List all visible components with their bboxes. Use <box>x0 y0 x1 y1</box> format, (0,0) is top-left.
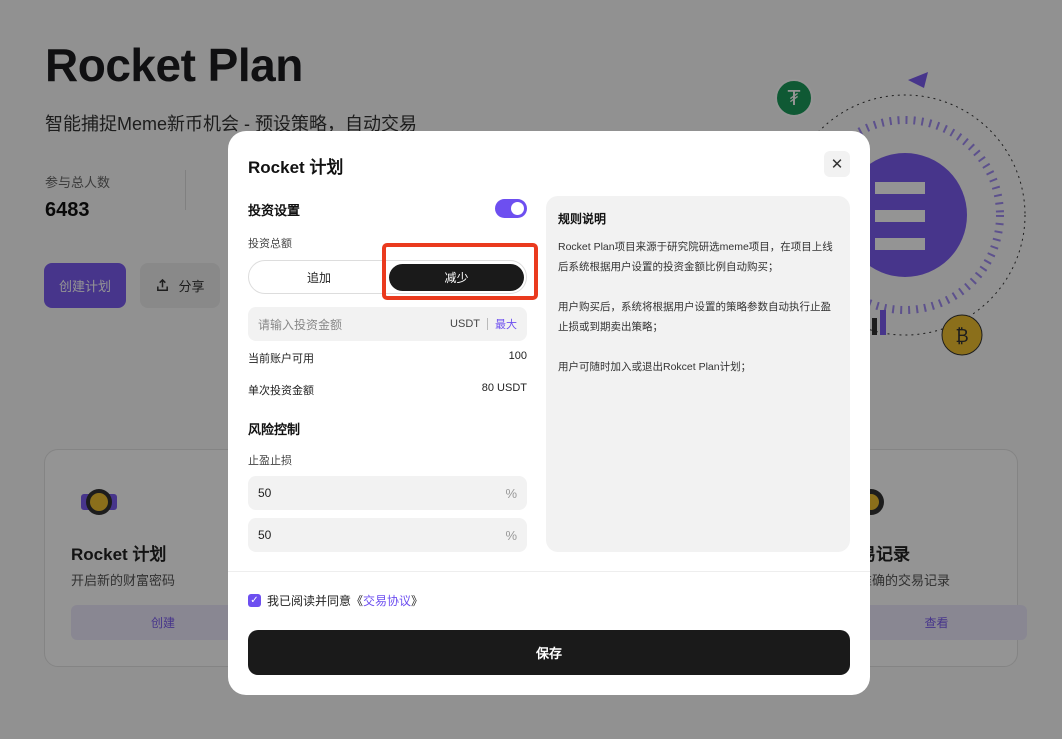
tp-sl-label: 止盈止损 <box>248 455 292 467</box>
investment-toggle[interactable] <box>495 199 527 218</box>
single-amount-row: 单次投资金额 80 USDT <box>248 382 527 398</box>
take-profit-value: 50 <box>258 486 272 500</box>
risk-section-title: 风险控制 <box>248 422 301 437</box>
modal-title: Rocket 计划 <box>248 158 344 177</box>
agreement-row: ✓ 我已阅读并同意《交易协议》 <box>248 592 423 609</box>
mode-add-button[interactable]: 追加 <box>249 261 389 293</box>
footer-divider <box>228 571 870 572</box>
rules-title: 规则说明 <box>558 212 607 226</box>
stop-loss-input[interactable]: 50 % <box>248 518 527 552</box>
take-profit-percent: % <box>505 485 517 501</box>
take-profit-input[interactable]: 50 % <box>248 476 527 510</box>
rocket-plan-modal: Rocket 计划 ✕ 投资设置 投资总额 追加 减少 请输入投资金额 USDT… <box>228 131 870 695</box>
rule-item: Rocket Plan项目来源于研究院研选meme项目，在项目上线后系统根据用户… <box>558 241 833 273</box>
available-label: 当前账户可用 <box>248 353 314 365</box>
agree-prefix: 我已阅读并同意《 <box>267 594 364 608</box>
close-icon: ✕ <box>830 156 844 173</box>
highlight-box <box>382 243 538 300</box>
save-button[interactable]: 保存 <box>248 630 850 675</box>
available-value: 100 <box>508 350 527 362</box>
agreement-link[interactable]: 交易协议 <box>363 594 411 608</box>
single-amount-label: 单次投资金额 <box>248 385 314 397</box>
agree-text: 我已阅读并同意《交易协议》 <box>267 592 423 609</box>
single-amount-value: 80 USDT <box>481 382 527 394</box>
investment-section-title: 投资设置 <box>248 203 301 218</box>
check-icon: ✓ <box>250 595 259 606</box>
unit-separator <box>487 318 488 330</box>
agree-suffix: 》 <box>411 594 424 608</box>
amount-unit: USDT <box>450 318 480 330</box>
total-amount-label: 投资总额 <box>248 238 292 250</box>
stop-loss-percent: % <box>505 527 517 543</box>
available-row: 当前账户可用 100 <box>248 350 527 366</box>
amount-input[interactable]: 请输入投资金额 USDT 最大 <box>248 307 527 341</box>
rule-item: 用户可随时加入或退出Rokcet Plan计划； <box>558 361 752 373</box>
max-button[interactable]: 最大 <box>495 316 517 332</box>
stop-loss-value: 50 <box>258 528 272 542</box>
close-button[interactable]: ✕ <box>824 151 850 177</box>
rule-item: 用户购买后，系统将根据用户设置的策略参数自动执行止盈止损或到期卖出策略； <box>558 301 831 333</box>
rules-panel: 规则说明 Rocket Plan项目来源于研究院研选meme项目，在项目上线后系… <box>546 196 850 552</box>
amount-input-placeholder: 请输入投资金额 <box>258 317 343 332</box>
agree-checkbox[interactable]: ✓ <box>248 594 261 607</box>
